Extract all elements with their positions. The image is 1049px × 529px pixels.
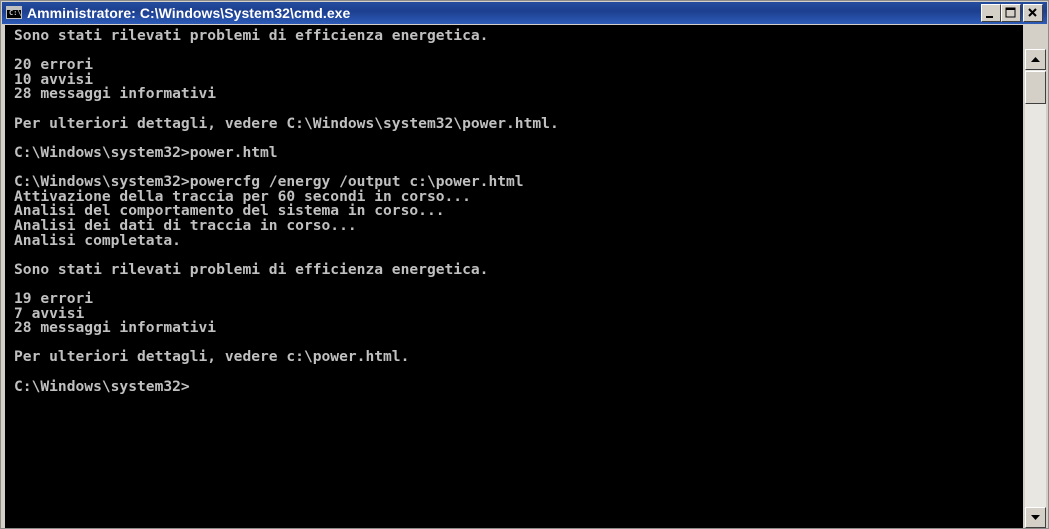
maximize-button[interactable] — [1001, 4, 1021, 22]
scroll-up-button[interactable] — [1025, 49, 1046, 70]
console-output[interactable]: Sono stati rilevati problemi di efficien… — [5, 25, 1023, 528]
console-icon-text: C:\ — [9, 9, 22, 17]
title-bar[interactable]: C:\ Amministratore: C:\Windows\System32\… — [2, 2, 1047, 24]
console-line: C:\Windows\system32> — [14, 377, 190, 395]
arrow-down-icon — [1031, 515, 1040, 520]
console-line: Sono stati rilevati problemi di efficien… — [14, 260, 489, 278]
close-button[interactable] — [1023, 4, 1043, 22]
console-line: 28 messaggi informativi — [14, 85, 217, 103]
arrow-up-icon — [1031, 57, 1040, 62]
window-controls — [981, 4, 1043, 22]
console-line: 20 errori — [14, 56, 94, 74]
console-text: Sono stati rilevati problemi di efficien… — [14, 27, 559, 395]
minimize-button[interactable] — [981, 4, 1001, 22]
console-icon[interactable]: C:\ — [6, 6, 22, 19]
scroll-thumb[interactable] — [1025, 71, 1046, 104]
console-line: 19 errori — [14, 289, 94, 307]
scroll-down-button[interactable] — [1025, 507, 1046, 528]
maximize-icon — [1005, 7, 1016, 18]
console-line: Analisi completata. — [14, 231, 181, 249]
window-title: Amministratore: C:\Windows\System32\cmd.… — [27, 5, 351, 21]
console-line: C:\Windows\system32>power.html — [14, 143, 278, 161]
console-line: Per ulteriori dettagli, vedere c:\power.… — [14, 348, 410, 366]
scrollbar-cap — [1025, 25, 1046, 49]
cmd-window: C:\ Amministratore: C:\Windows\System32\… — [0, 0, 1049, 529]
minimize-icon — [986, 16, 993, 18]
console-line: Per ulteriori dettagli, vedere C:\Window… — [14, 114, 559, 132]
console-line: 28 messaggi informativi — [14, 319, 217, 337]
console-line: Sono stati rilevati problemi di efficien… — [14, 27, 489, 44]
vertical-scrollbar[interactable] — [1025, 49, 1046, 528]
close-icon — [1028, 8, 1037, 17]
